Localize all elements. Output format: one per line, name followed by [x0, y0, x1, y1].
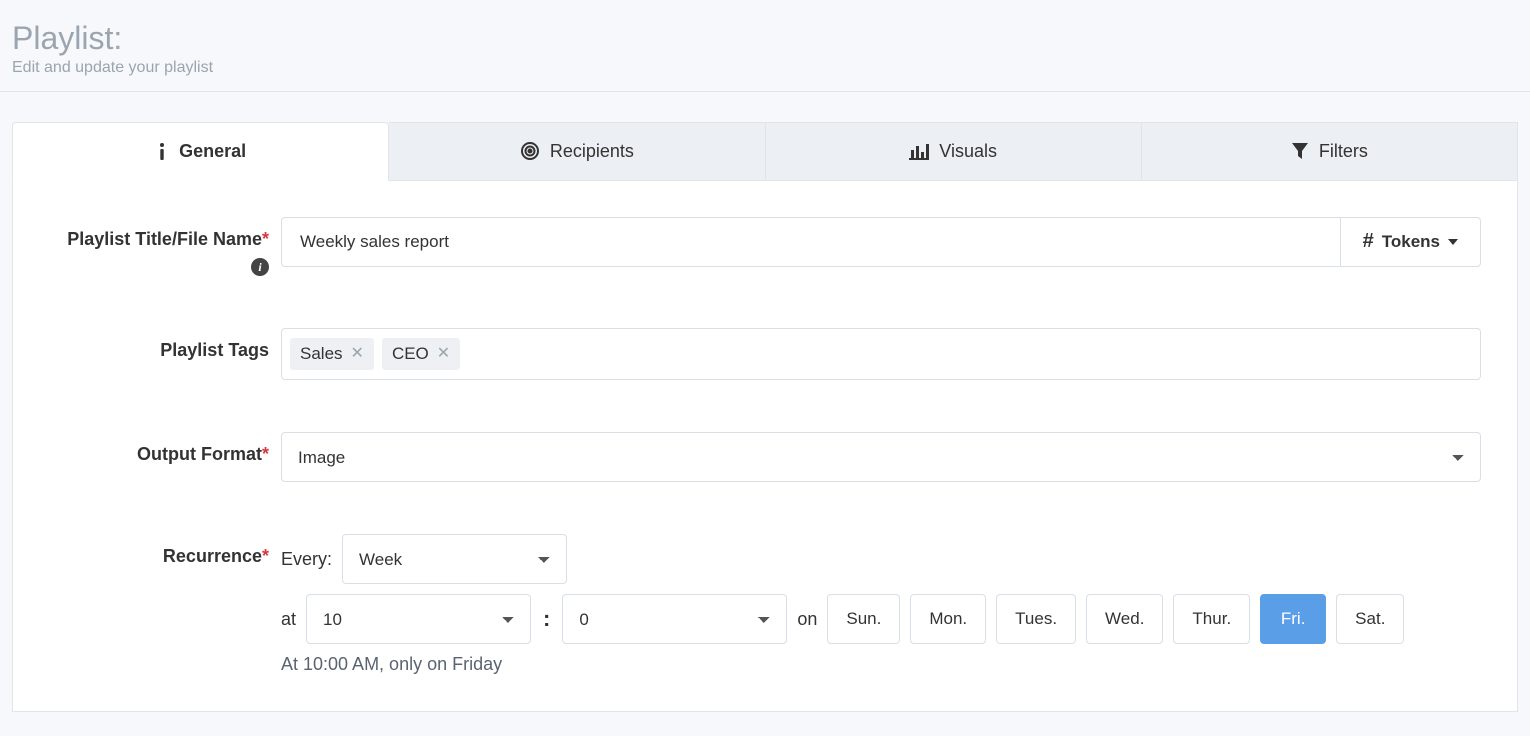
target-icon	[520, 141, 540, 161]
time-colon: :	[541, 606, 552, 632]
recurrence-summary: At 10:00 AM, only on Friday	[281, 654, 1481, 675]
tag-label: CEO	[392, 344, 429, 364]
funnel-icon	[1291, 142, 1309, 160]
day-tue[interactable]: Tues.	[996, 594, 1076, 644]
day-wed[interactable]: Wed.	[1086, 594, 1163, 644]
day-sat[interactable]: Sat.	[1336, 594, 1404, 644]
panel-general: Playlist Title/File Name* i # Tokens Pla…	[12, 181, 1518, 712]
playlist-title-input[interactable]	[281, 217, 1341, 267]
tokens-button-label: Tokens	[1382, 232, 1440, 252]
tab-general[interactable]: General	[12, 122, 389, 181]
tag-label: Sales	[300, 344, 343, 364]
page-header: Playlist: Edit and update your playlist	[0, 0, 1530, 92]
recurrence-at-label: at	[281, 609, 296, 630]
required-asterisk: *	[262, 229, 269, 249]
recurrence-every-select[interactable]: Week	[342, 534, 567, 584]
tag-remove-icon[interactable]: ✕	[351, 346, 364, 362]
recurrence-every-label: Every:	[281, 549, 332, 570]
tag-remove-icon[interactable]: ✕	[437, 346, 450, 362]
recurrence-on-label: on	[797, 609, 817, 630]
tokens-button[interactable]: # Tokens	[1341, 217, 1481, 267]
day-fri[interactable]: Fri.	[1260, 594, 1326, 644]
tab-filters[interactable]: Filters	[1142, 122, 1518, 181]
bar-chart-icon	[909, 142, 929, 160]
page-subtitle: Edit and update your playlist	[12, 59, 1518, 77]
label-output-format: Output Format*	[49, 432, 281, 466]
day-thu[interactable]: Thur.	[1173, 594, 1250, 644]
tag-item-ceo: CEO ✕	[382, 338, 460, 370]
label-playlist-title: Playlist Title/File Name* i	[49, 217, 281, 276]
info-circle-icon[interactable]: i	[251, 258, 269, 276]
output-format-select[interactable]: Image	[281, 432, 1481, 482]
page-title: Playlist:	[12, 20, 1518, 57]
tabs-row: General Recipients Visuals Filters	[12, 122, 1518, 181]
recurrence-hour-select[interactable]: 10	[306, 594, 531, 644]
title-input-group: # Tokens	[281, 217, 1481, 267]
tab-recipients[interactable]: Recipients	[389, 122, 765, 181]
tab-visuals[interactable]: Visuals	[766, 122, 1142, 181]
label-recurrence: Recurrence*	[49, 534, 281, 568]
day-mon[interactable]: Mon.	[910, 594, 986, 644]
info-icon	[155, 142, 169, 160]
day-sun[interactable]: Sun.	[827, 594, 900, 644]
tags-input[interactable]: Sales ✕ CEO ✕	[281, 328, 1481, 380]
tab-filters-label: Filters	[1319, 141, 1368, 162]
chevron-down-icon	[1448, 239, 1458, 245]
required-asterisk: *	[262, 546, 269, 566]
recurrence-minute-select[interactable]: 0	[562, 594, 787, 644]
tag-item-sales: Sales ✕	[290, 338, 374, 370]
tab-recipients-label: Recipients	[550, 141, 634, 162]
tab-general-label: General	[179, 141, 246, 162]
required-asterisk: *	[262, 444, 269, 464]
label-playlist-tags: Playlist Tags	[49, 328, 281, 362]
hash-icon: #	[1363, 230, 1374, 253]
tab-visuals-label: Visuals	[939, 141, 997, 162]
